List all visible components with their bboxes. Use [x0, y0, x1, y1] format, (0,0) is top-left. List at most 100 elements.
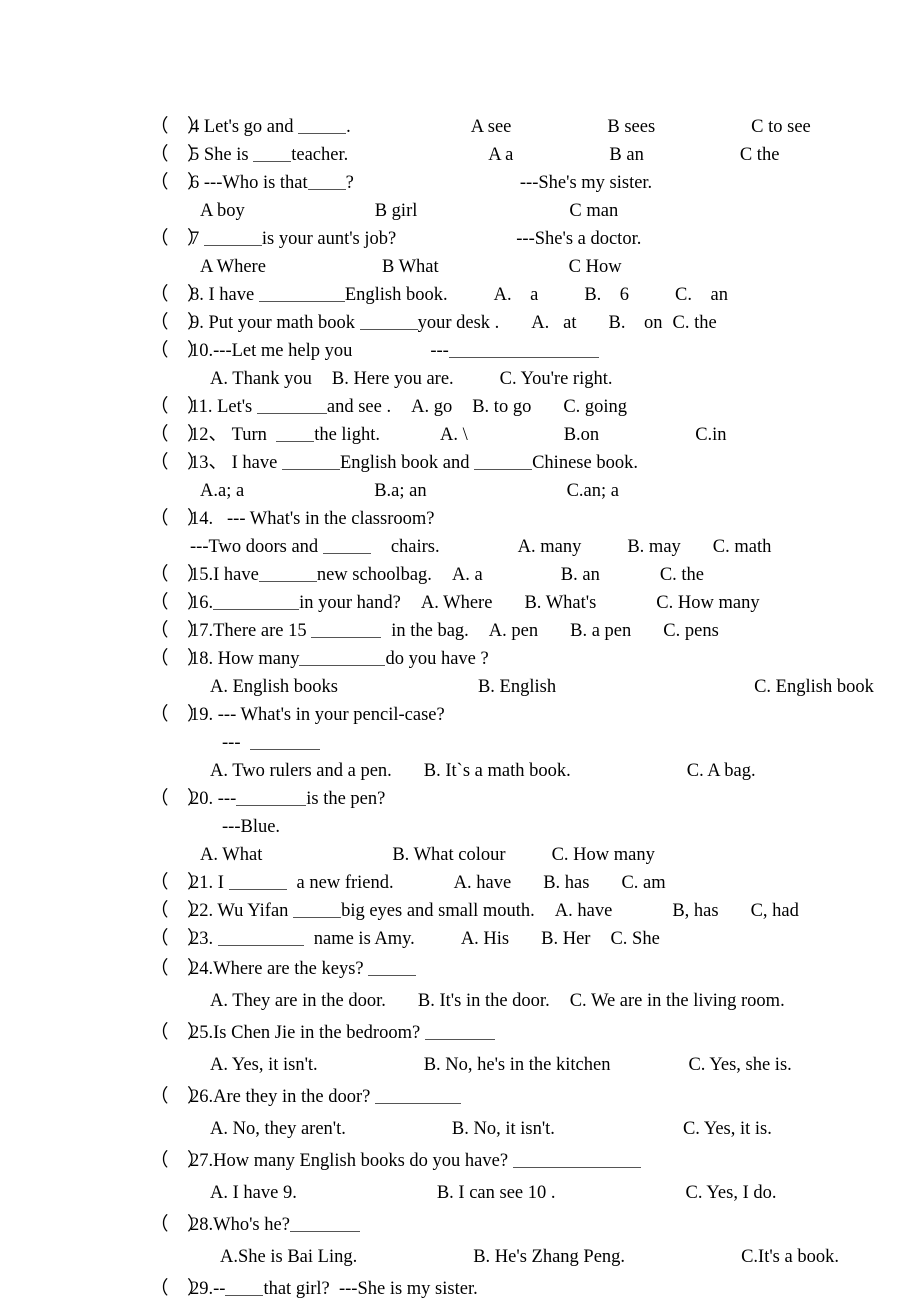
answer-blank[interactable]: [299, 651, 386, 666]
option-a[interactable]: A see: [471, 117, 512, 137]
option-c[interactable]: C to see: [751, 117, 811, 137]
option-b[interactable]: B, has: [672, 901, 718, 921]
option-c[interactable]: C.an; a: [567, 481, 619, 501]
option-b[interactable]: B. No, it isn't.: [452, 1119, 555, 1139]
option-b[interactable]: B What: [382, 257, 439, 277]
answer-bracket[interactable]: （ ）: [150, 1273, 206, 1305]
answer-blank[interactable]: [253, 147, 292, 162]
option-a[interactable]: A. Yes, it isn't.: [210, 1055, 318, 1075]
answer-bracket[interactable]: （ ）: [150, 505, 206, 533]
option-a[interactable]: A. a: [494, 285, 539, 305]
option-b[interactable]: B. a pen: [570, 621, 631, 641]
answer-blank[interactable]: [512, 1153, 641, 1168]
answer-blank[interactable]: [256, 399, 327, 414]
answer-bracket[interactable]: （ ）: [150, 589, 206, 617]
answer-blank[interactable]: [311, 623, 382, 638]
answer-bracket[interactable]: （ ）: [150, 869, 206, 897]
option-a[interactable]: A. Thank you: [210, 369, 312, 389]
option-c[interactable]: C. Yes, she is.: [688, 1055, 791, 1075]
option-c[interactable]: C. How many: [656, 593, 759, 613]
answer-bracket[interactable]: （ ）: [150, 1145, 206, 1177]
answer-bracket[interactable]: （ ）: [150, 281, 206, 309]
option-b[interactable]: B. What colour: [392, 845, 505, 865]
option-c[interactable]: C. Yes, I do.: [686, 1183, 777, 1203]
option-c[interactable]: C How: [569, 257, 622, 277]
answer-bracket[interactable]: （ ）: [150, 449, 206, 477]
option-b[interactable]: B. Her: [541, 929, 590, 949]
option-c[interactable]: C. How many: [552, 845, 655, 865]
answer-blank[interactable]: [307, 175, 346, 190]
answer-bracket[interactable]: （ ）: [150, 309, 206, 337]
option-a[interactable]: A. go: [411, 397, 452, 417]
option-c[interactable]: C. Yes, it is.: [683, 1119, 772, 1139]
option-a[interactable]: A. many: [518, 537, 582, 557]
option-c[interactable]: C. the: [660, 565, 704, 585]
option-c[interactable]: C man: [569, 201, 618, 221]
option-c[interactable]: C. A bag.: [687, 761, 756, 781]
option-b[interactable]: B. It's in the door.: [418, 991, 550, 1011]
option-b[interactable]: B sees: [607, 117, 655, 137]
answer-blank[interactable]: [322, 539, 371, 554]
answer-blank[interactable]: [359, 315, 418, 330]
option-c[interactable]: C. am: [621, 873, 665, 893]
option-c[interactable]: C. an: [675, 285, 728, 305]
option-b[interactable]: B girl: [375, 201, 418, 221]
answer-blank[interactable]: [281, 455, 340, 470]
option-c[interactable]: C. We are in the living room.: [570, 991, 785, 1011]
option-c[interactable]: C the: [740, 145, 780, 165]
option-b[interactable]: B.a; an: [374, 481, 426, 501]
answer-blank[interactable]: [236, 791, 307, 806]
answer-blank-2[interactable]: [474, 455, 533, 470]
option-c[interactable]: C, had: [751, 901, 799, 921]
answer-blank[interactable]: [228, 875, 287, 890]
answer-blank[interactable]: [298, 119, 347, 134]
option-b[interactable]: B. on: [609, 313, 663, 333]
answer-bracket[interactable]: （ ）: [150, 421, 206, 449]
option-c[interactable]: C. You're right.: [500, 369, 613, 389]
option-a[interactable]: A. His: [461, 929, 509, 949]
answer-bracket[interactable]: （ ）: [150, 113, 206, 141]
answer-blank[interactable]: [258, 287, 345, 302]
option-a[interactable]: A. pen: [489, 621, 538, 641]
answer-blank[interactable]: [250, 735, 321, 750]
answer-bracket[interactable]: （ ）: [150, 393, 206, 421]
answer-blank[interactable]: [289, 1217, 360, 1232]
answer-bracket[interactable]: （ ）: [150, 645, 206, 673]
option-a[interactable]: A.a; a: [200, 481, 244, 501]
option-b[interactable]: B. to go: [472, 397, 531, 417]
answer-bracket[interactable]: （ ）: [150, 1017, 206, 1049]
option-c[interactable]: C. English book: [754, 677, 874, 697]
answer-bracket[interactable]: （ ）: [150, 225, 206, 253]
option-c[interactable]: C.in: [695, 425, 726, 445]
option-c[interactable]: C. She: [610, 929, 659, 949]
answer-bracket[interactable]: （ ）: [150, 337, 206, 365]
option-c[interactable]: C. pens: [663, 621, 719, 641]
option-a[interactable]: A. have: [454, 873, 512, 893]
option-a[interactable]: A. What: [200, 845, 262, 865]
option-b[interactable]: B. may: [627, 537, 680, 557]
option-a[interactable]: A. at: [531, 313, 576, 333]
answer-blank[interactable]: [217, 931, 304, 946]
option-c[interactable]: C. going: [563, 397, 627, 417]
answer-blank[interactable]: [225, 1281, 264, 1296]
option-c[interactable]: C. math: [713, 537, 772, 557]
option-b[interactable]: B. What's: [524, 593, 596, 613]
option-a[interactable]: A.She is Bai Ling.: [220, 1247, 357, 1267]
option-b[interactable]: B. It`s a math book.: [424, 761, 571, 781]
option-b[interactable]: B. has: [543, 873, 589, 893]
option-b[interactable]: B. He's Zhang Peng.: [473, 1247, 625, 1267]
answer-blank[interactable]: [448, 343, 599, 358]
option-a[interactable]: A. \: [440, 425, 468, 445]
answer-bracket[interactable]: （ ）: [150, 785, 206, 813]
option-b[interactable]: B. Here you are.: [332, 369, 454, 389]
option-b[interactable]: B. English: [478, 677, 556, 697]
option-a[interactable]: A Where: [200, 257, 266, 277]
option-a[interactable]: A. Two rulers and a pen.: [210, 761, 392, 781]
option-a[interactable]: A boy: [200, 201, 245, 221]
answer-blank[interactable]: [203, 231, 262, 246]
option-a[interactable]: A. English books: [210, 677, 338, 697]
option-c[interactable]: C. the: [672, 313, 716, 333]
option-a[interactable]: A. have: [555, 901, 613, 921]
option-a[interactable]: A a: [488, 145, 513, 165]
option-b[interactable]: B. 6: [584, 285, 629, 305]
